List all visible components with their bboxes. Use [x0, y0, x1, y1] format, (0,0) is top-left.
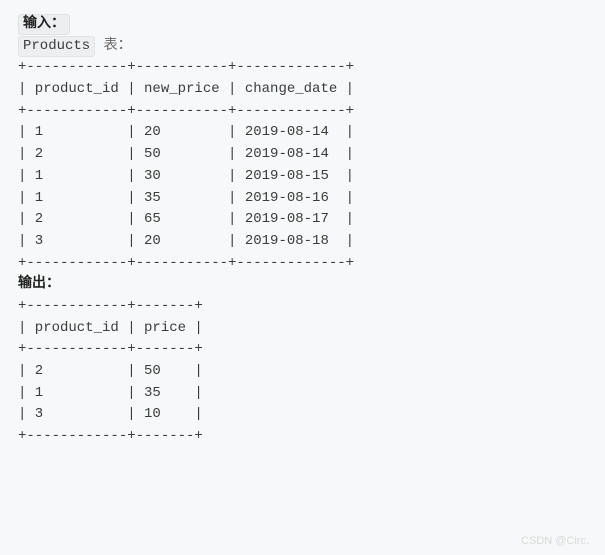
output-table-row: | 1 | 35 |: [18, 383, 587, 405]
input-table-row: | 2 | 65 | 2019-08-17 |: [18, 209, 587, 231]
input-table: +------------+-----------+-------------+…: [18, 57, 587, 274]
output-table-border: +------------+-------+: [18, 339, 587, 361]
input-table-border: +------------+-----------+-------------+: [18, 101, 587, 123]
input-table-header: | product_id | new_price | change_date |: [18, 79, 587, 101]
table-name-chip: Products: [18, 36, 95, 57]
input-table-row: | 2 | 50 | 2019-08-14 |: [18, 144, 587, 166]
output-table-header: | product_id | price |: [18, 318, 587, 340]
input-table-row: | 1 | 30 | 2019-08-15 |: [18, 166, 587, 188]
watermark: CSDN @Circ.: [521, 535, 589, 547]
output-table: +------------+-------+| product_id | pri…: [18, 296, 587, 448]
input-label: 输入：: [18, 14, 70, 35]
output-table-border: +------------+-------+: [18, 426, 587, 448]
output-table-row: | 2 | 50 |: [18, 361, 587, 383]
output-table-row: | 3 | 10 |: [18, 404, 587, 426]
input-table-row: | 1 | 20 | 2019-08-14 |: [18, 122, 587, 144]
input-table-row: | 3 | 20 | 2019-08-18 |: [18, 231, 587, 253]
table-suffix: 表：: [95, 38, 131, 54]
input-table-row: | 1 | 35 | 2019-08-16 |: [18, 188, 587, 210]
output-label: 输出：: [18, 276, 60, 292]
output-table-border: +------------+-------+: [18, 296, 587, 318]
input-table-border: +------------+-----------+-------------+: [18, 253, 587, 275]
input-table-border: +------------+-----------+-------------+: [18, 57, 587, 79]
